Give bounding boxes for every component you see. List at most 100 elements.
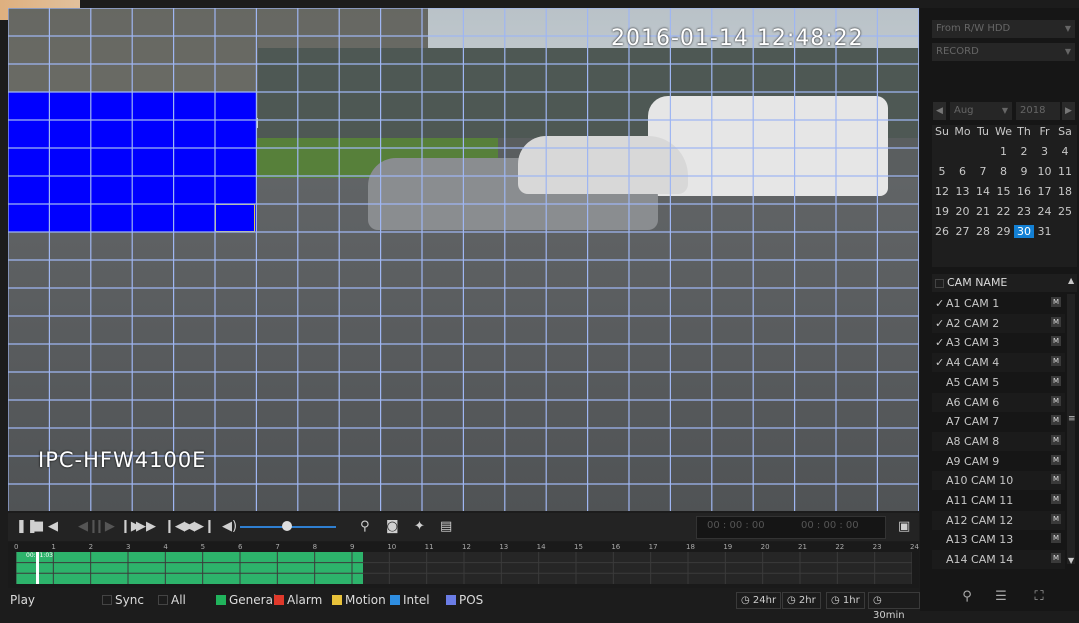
pin-icon[interactable]: ✦ xyxy=(414,519,425,535)
calendar-day[interactable]: 30 xyxy=(1014,225,1034,238)
scroll-up-icon[interactable]: ▲ xyxy=(1068,276,1074,285)
calendar-day[interactable]: 4 xyxy=(1055,145,1075,158)
fast-forward-icon[interactable]: ▶▶ xyxy=(136,519,156,535)
calendar-day[interactable]: 31 xyxy=(1035,225,1055,238)
camera-row[interactable]: A7 CAM 7 M xyxy=(932,412,1065,431)
calendar-day[interactable]: 8 xyxy=(994,165,1014,178)
clip-end-time[interactable]: 00 : 00 : 00 xyxy=(801,520,859,531)
main-stream-badge[interactable]: M xyxy=(1051,356,1061,367)
camera-row[interactable]: ✓ A1 CAM 1 M xyxy=(932,294,1065,313)
calendar-day[interactable]: 14 xyxy=(973,185,993,198)
camera-checkbox[interactable]: ✓ xyxy=(935,294,945,313)
calendar-day[interactable]: 20 xyxy=(953,205,973,218)
legend-general-checkbox[interactable]: General xyxy=(216,593,276,607)
calendar-day[interactable]: 13 xyxy=(953,185,973,198)
month-next-button[interactable]: ▶ xyxy=(1062,102,1075,120)
main-stream-badge[interactable]: M xyxy=(1051,494,1061,504)
camera-row[interactable]: A10 CAM 10 M xyxy=(932,471,1065,491)
legend-alarm-checkbox[interactable]: Alarm xyxy=(274,593,322,607)
camera-row[interactable]: ✓ A3 CAM 3 M xyxy=(932,333,1065,352)
camera-row[interactable]: A9 CAM 9 M xyxy=(932,452,1065,471)
calendar-day[interactable]: 25 xyxy=(1055,205,1075,218)
scrollbar-grip-icon[interactable]: ≡ xyxy=(1068,414,1076,424)
calendar-day[interactable]: 12 xyxy=(932,185,952,198)
calendar-day[interactable]: 2 xyxy=(1014,145,1034,158)
main-stream-badge[interactable]: M xyxy=(1051,513,1061,524)
camera-row[interactable]: A12 CAM 12 M xyxy=(932,510,1065,530)
file-list-icon[interactable]: ☰ xyxy=(986,585,1016,609)
main-stream-badge[interactable]: M xyxy=(1051,533,1061,544)
calendar-day[interactable]: 24 xyxy=(1035,205,1055,218)
timeline[interactable]: 0 1 2 3 4 5 6 7 8 9 10 11 12 13 14 15 16 17 18 19 20 21 22 23 24… xyxy=(8,542,919,588)
list-icon[interactable]: ▤ xyxy=(440,519,452,535)
zoom-2hr-button[interactable]: ◷ 2hr xyxy=(782,592,821,609)
calendar-day[interactable]: 9 xyxy=(1014,165,1034,178)
calendar-day[interactable]: 11 xyxy=(1055,165,1075,178)
cam-list-scrollbar[interactable] xyxy=(1067,294,1075,564)
main-stream-badge[interactable]: M xyxy=(1051,434,1061,445)
calendar-day[interactable]: 26 xyxy=(932,225,952,238)
clip-start-time[interactable]: 00 : 00 : 00 xyxy=(707,520,765,531)
main-stream-badge[interactable]: M xyxy=(1051,553,1061,564)
main-stream-badge[interactable]: M xyxy=(1051,454,1061,465)
camera-row[interactable]: A14 CAM 14 M xyxy=(932,550,1065,570)
camera-row[interactable]: A11 CAM 11 M xyxy=(932,491,1065,510)
calendar-day[interactable]: 21 xyxy=(973,205,993,218)
video-view[interactable]: 2016-01-14 12:48:22 IPC-HFW4100E xyxy=(8,8,919,511)
calendar-day[interactable]: 19 xyxy=(932,205,952,218)
type-dropdown[interactable]: RECORD ▼ xyxy=(932,43,1075,61)
calendar-day[interactable]: 23 xyxy=(1014,205,1034,218)
volume-icon[interactable]: ◀) xyxy=(222,519,237,535)
cam-header-checkbox[interactable] xyxy=(935,279,944,288)
camera-row[interactable]: A8 CAM 8 M xyxy=(932,431,1065,451)
camera-checkbox[interactable]: ✓ xyxy=(935,353,945,372)
camera-row[interactable]: ✓ A4 CAM 4 M xyxy=(932,353,1065,373)
camera-checkbox[interactable]: ✓ xyxy=(935,314,945,333)
month-prev-button[interactable]: ◀ xyxy=(933,102,946,120)
calendar-day[interactable]: 16 xyxy=(1014,185,1034,198)
main-stream-badge[interactable]: M xyxy=(1051,474,1061,485)
volume-knob[interactable] xyxy=(282,521,292,531)
next-frame-icon[interactable]: ❙▶ xyxy=(94,519,115,535)
source-dropdown[interactable]: From R/W HDD ▼ xyxy=(932,20,1075,38)
main-stream-badge[interactable]: M xyxy=(1051,395,1061,406)
calendar-day[interactable]: 22 xyxy=(994,205,1014,218)
next-record-icon[interactable]: ▶▶❙ xyxy=(184,519,215,535)
camera-row[interactable]: A5 CAM 5 M xyxy=(932,373,1065,392)
scroll-down-icon[interactable]: ▼ xyxy=(1068,556,1074,565)
zoom-30min-button[interactable]: ◷ 30min xyxy=(868,592,920,621)
smart-search-icon[interactable]: ⚲ xyxy=(360,519,370,535)
main-stream-badge[interactable]: M xyxy=(1051,297,1061,307)
main-stream-badge[interactable]: M xyxy=(1051,336,1061,347)
calendar-day[interactable]: 15 xyxy=(994,185,1014,198)
legend-intel-checkbox[interactable]: Intel xyxy=(390,593,430,607)
calendar-day[interactable]: 3 xyxy=(1035,145,1055,158)
calendar-day[interactable]: 28 xyxy=(973,225,993,238)
all-checkbox[interactable]: All xyxy=(158,593,186,607)
calendar-day[interactable]: 27 xyxy=(953,225,973,238)
zoom-1hr-button[interactable]: ◷ 1hr xyxy=(826,592,865,609)
calendar-day[interactable]: 1 xyxy=(994,145,1014,158)
fullscreen-icon[interactable]: ⛶ xyxy=(1024,585,1054,609)
main-stream-badge[interactable]: M xyxy=(1051,375,1061,386)
month-dropdown[interactable]: Aug ▼ xyxy=(950,102,1012,120)
smart-search-icon[interactable]: ⚲ xyxy=(952,585,982,609)
calendar-day[interactable]: 17 xyxy=(1035,185,1055,198)
camera-checkbox[interactable]: ✓ xyxy=(935,333,945,352)
year-field[interactable]: 2018 xyxy=(1016,102,1060,120)
camera-row[interactable]: ✓ A2 CAM 2 M xyxy=(932,313,1065,333)
zoom-24hr-button[interactable]: ◷ 24hr xyxy=(736,592,782,609)
save-icon[interactable]: ▣ xyxy=(898,519,910,535)
clip-time-range[interactable]: 00 : 00 : 00 00 : 00 : 00 xyxy=(696,516,886,539)
calendar-day[interactable]: 7 xyxy=(973,165,993,178)
calendar-day[interactable]: 5 xyxy=(932,165,952,178)
calendar-day[interactable]: 29 xyxy=(994,225,1014,238)
sync-checkbox[interactable]: Sync xyxy=(102,593,144,607)
calendar-day[interactable]: 10 xyxy=(1035,165,1055,178)
snapshot-icon[interactable]: ◙ xyxy=(386,519,399,535)
main-stream-badge[interactable]: M xyxy=(1051,415,1061,426)
reverse-play-icon[interactable]: ◀ xyxy=(48,519,58,535)
main-stream-badge[interactable]: M xyxy=(1051,316,1061,327)
legend-motion-checkbox[interactable]: Motion xyxy=(332,593,386,607)
camera-row[interactable]: A13 CAM 13 M xyxy=(932,530,1065,549)
